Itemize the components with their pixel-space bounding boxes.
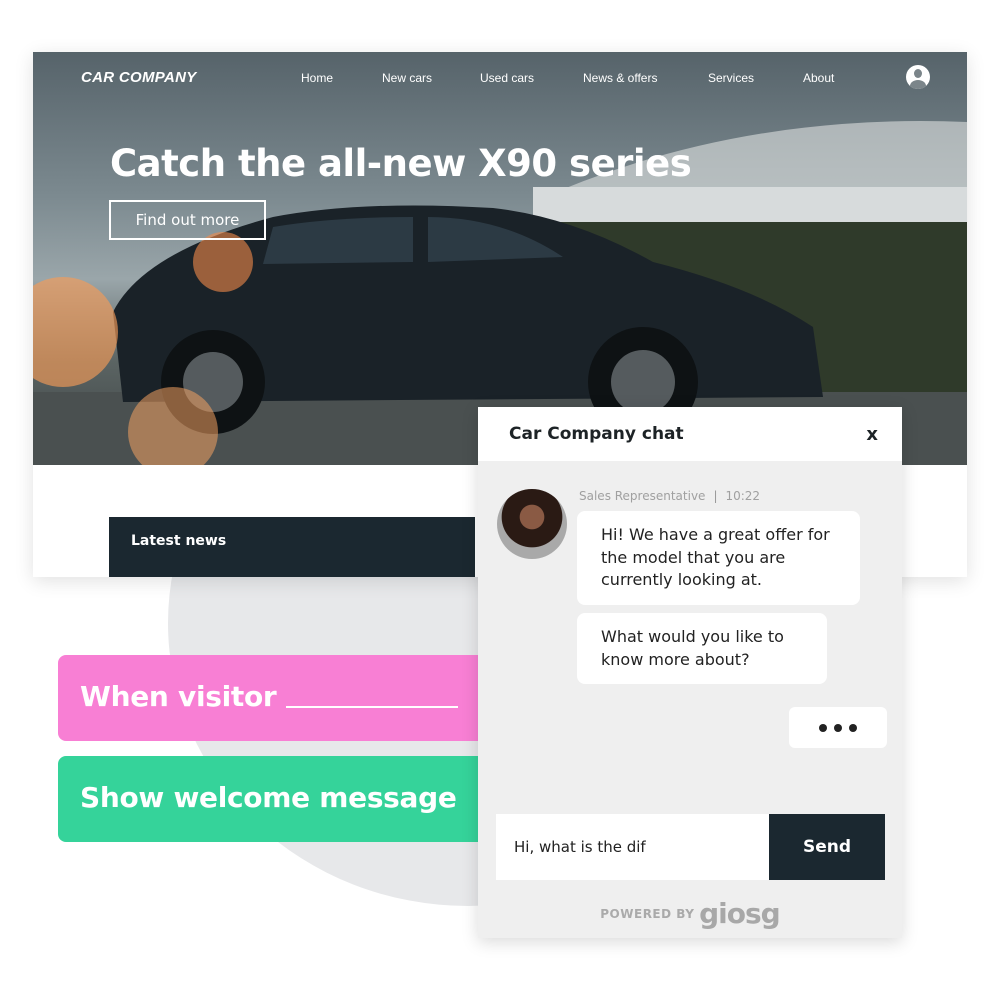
- chat-message: Hi! We have a great offer for the model …: [577, 511, 860, 605]
- nav-home[interactable]: Home: [301, 71, 333, 85]
- hero-banner: CAR COMPANY Home New cars Used cars News…: [33, 52, 967, 465]
- nav-new-cars[interactable]: New cars: [382, 71, 432, 85]
- trigger-rule[interactable]: When visitor: [58, 655, 490, 741]
- action-rule[interactable]: Show welcome message: [58, 756, 490, 842]
- powered-by-label: POWERED BY: [600, 907, 695, 921]
- site-logo[interactable]: CAR COMPANY: [81, 69, 197, 86]
- message-time: 10:22: [725, 489, 761, 503]
- latest-news-heading: Latest news: [109, 517, 475, 577]
- user-avatar-icon[interactable]: [906, 65, 930, 89]
- message-input[interactable]: [496, 814, 769, 880]
- typing-indicator: [789, 707, 887, 748]
- chat-header: Car Company chat x: [478, 407, 902, 461]
- powered-by: POWERED BY giosg: [478, 897, 902, 930]
- chat-message: What would you like to know more about?: [577, 613, 827, 684]
- find-out-more-button[interactable]: Find out more: [109, 200, 266, 240]
- send-button[interactable]: Send: [769, 814, 885, 880]
- agent-avatar: [497, 489, 567, 559]
- hero-car-image: [33, 121, 967, 465]
- chat-title: Car Company chat: [509, 424, 684, 444]
- close-icon[interactable]: x: [866, 424, 878, 445]
- hero-headline: Catch the all-new X90 series: [110, 142, 692, 185]
- message-meta: Sales Representative | 10:22: [579, 489, 761, 503]
- nav-used-cars[interactable]: Used cars: [480, 71, 534, 85]
- sender-name: Sales Representative: [579, 489, 706, 503]
- nav-about[interactable]: About: [803, 71, 834, 85]
- trigger-blank[interactable]: [286, 706, 459, 708]
- trigger-label: When visitor: [80, 680, 277, 713]
- nav-news-offers[interactable]: News & offers: [583, 71, 657, 85]
- chat-window: Car Company chat x Sales Representative |…: [478, 407, 902, 938]
- giosg-logo: giosg: [699, 897, 781, 930]
- nav-services[interactable]: Services: [708, 71, 754, 85]
